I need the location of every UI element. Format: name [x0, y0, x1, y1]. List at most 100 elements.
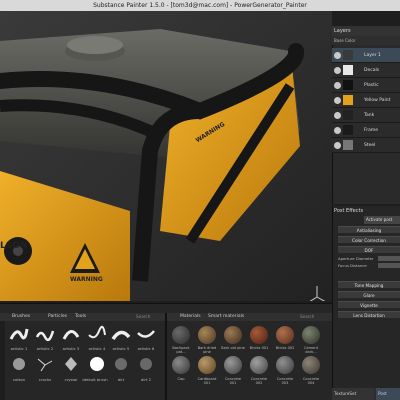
- post-effects-title: Post Effects: [334, 208, 364, 214]
- material-label: Bricks 001: [249, 346, 269, 350]
- section-lens-distortion[interactable]: Lens Distortion: [338, 311, 400, 318]
- eye-icon[interactable]: [334, 97, 341, 104]
- brush-thumb[interactable]: [9, 355, 29, 373]
- eye-icon[interactable]: [334, 82, 341, 89]
- brush-thumb[interactable]: [136, 325, 156, 343]
- aperture-slider[interactable]: [378, 256, 400, 261]
- layer-thumbnail: [343, 125, 353, 135]
- section-tone-mapping[interactable]: Tone Mapping: [338, 281, 400, 288]
- focus-slider[interactable]: [378, 263, 400, 268]
- layer-row-plastic[interactable]: Plastic: [332, 78, 400, 93]
- dof-aperture-label: Aperture Diameter: [338, 256, 374, 261]
- brush-label: cotton: [12, 377, 26, 382]
- section-glare[interactable]: Glare: [338, 291, 400, 298]
- material-label: Bricks 002: [275, 346, 295, 350]
- layer-label: Yellow Paint: [364, 98, 391, 103]
- generator-render: [0, 11, 332, 301]
- brush-label: cracks: [38, 377, 52, 382]
- brush-thumb[interactable]: [87, 355, 107, 373]
- tab-materials[interactable]: Materials: [180, 313, 201, 321]
- window-title: Substance Painter 1.5.0 - [tom3d@mac.com…: [0, 0, 400, 11]
- material-thumb[interactable]: [250, 356, 268, 374]
- brush-thumb[interactable]: [35, 325, 55, 343]
- tab-brushes[interactable]: Brushes: [12, 313, 30, 321]
- tab-post-effects[interactable]: Post Effects: [376, 388, 400, 400]
- brush-thumb[interactable]: [111, 355, 131, 373]
- tab-smart-materials[interactable]: Smart materials: [208, 313, 244, 321]
- eye-icon[interactable]: [334, 67, 341, 74]
- material-thumb[interactable]: [224, 326, 242, 344]
- eye-icon[interactable]: [334, 142, 341, 149]
- layer-row-tank[interactable]: Tank: [332, 108, 400, 123]
- material-label: Concrete 002: [250, 377, 268, 385]
- dof-focus-label: Focus Distance: [338, 263, 367, 268]
- 3d-viewport[interactable]: WARNING WARNING LSON: [0, 11, 332, 301]
- tab-particles[interactable]: Particles: [48, 313, 67, 321]
- tab-tools[interactable]: Tools: [75, 313, 86, 321]
- brush-label: artistic 3: [62, 346, 80, 351]
- layer-label: Frame: [364, 128, 379, 133]
- material-label: Cap: [177, 377, 185, 381]
- activate-post-checkbox[interactable]: Activate post: [364, 216, 400, 224]
- brush-thumb[interactable]: [111, 325, 131, 343]
- brush-search-input[interactable]: Search: [136, 314, 150, 319]
- brush-label: artistic 2: [36, 346, 54, 351]
- layer-label: Steel: [364, 143, 376, 148]
- layer-row-yellow-paint[interactable]: Yellow Paint: [332, 93, 400, 108]
- layer-label: Layer 1: [364, 53, 381, 58]
- material-label: Bark old pine: [221, 346, 245, 350]
- material-thumb[interactable]: [276, 356, 294, 374]
- material-thumb[interactable]: [198, 326, 216, 344]
- layer-thumbnail: [343, 95, 353, 105]
- brush-label: default brush: [82, 377, 108, 382]
- material-thumb[interactable]: [276, 326, 294, 344]
- material-search-input[interactable]: Search: [300, 314, 314, 319]
- brush-thumb[interactable]: [136, 355, 156, 373]
- eye-icon[interactable]: [334, 52, 341, 59]
- layer-label: Plastic: [364, 83, 379, 88]
- material-label: Concrete 003: [276, 377, 294, 385]
- axis-gizmo-icon: [309, 286, 326, 301]
- material-label: Cement dark...: [303, 346, 319, 354]
- section-antialiasing[interactable]: Antialiasing: [338, 226, 400, 233]
- layer-row-steel[interactable]: Steel: [332, 138, 400, 153]
- shelf-sidebar: [0, 321, 5, 400]
- brush-thumb[interactable]: [87, 325, 107, 343]
- tab-textureset-settings[interactable]: TextureSet Settings: [332, 388, 374, 400]
- layer-label: Tank: [364, 113, 375, 118]
- brand-decal: LSON: [0, 241, 28, 251]
- layer-label: Decals: [364, 68, 380, 73]
- brush-thumb[interactable]: [9, 325, 29, 343]
- material-label: Bark dried pine: [197, 346, 217, 354]
- brush-label: artistic 4: [88, 346, 106, 351]
- layer-thumbnail: [343, 65, 353, 75]
- eye-icon[interactable]: [334, 112, 341, 119]
- layer-row-decals[interactable]: Decals: [332, 63, 400, 78]
- brush-label: dirt 2: [140, 377, 152, 382]
- decal-warning-front: WARNING: [70, 276, 103, 283]
- layer-thumbnail: [343, 110, 353, 120]
- material-thumb[interactable]: [302, 356, 320, 374]
- brush-label: artistic 1: [10, 346, 28, 351]
- shelf-divider: [165, 313, 167, 400]
- material-label: Cardboard 001: [197, 377, 217, 385]
- eye-icon[interactable]: [334, 127, 341, 134]
- material-thumb[interactable]: [224, 356, 242, 374]
- section-vignette[interactable]: Vignette: [338, 301, 400, 308]
- material-thumb[interactable]: [172, 326, 190, 344]
- brush-thumb[interactable]: [35, 355, 55, 373]
- material-thumb[interactable]: [198, 356, 216, 374]
- brush-label: artistic 6: [137, 346, 155, 351]
- layer-thumbnail: [343, 50, 353, 60]
- material-thumb[interactable]: [302, 326, 320, 344]
- section-color-correction[interactable]: Color Correction: [338, 236, 400, 243]
- channel-select[interactable]: Base Color: [332, 36, 400, 45]
- section-dof[interactable]: DOF: [338, 246, 400, 253]
- layer-row-layer1[interactable]: Layer 1: [332, 48, 400, 63]
- material-thumb[interactable]: [250, 326, 268, 344]
- brush-thumb[interactable]: [61, 325, 81, 343]
- brush-thumb[interactable]: [61, 355, 81, 373]
- brush-label: artistic 5: [112, 346, 130, 351]
- material-thumb[interactable]: [172, 356, 190, 374]
- layer-row-frame[interactable]: Frame: [332, 123, 400, 138]
